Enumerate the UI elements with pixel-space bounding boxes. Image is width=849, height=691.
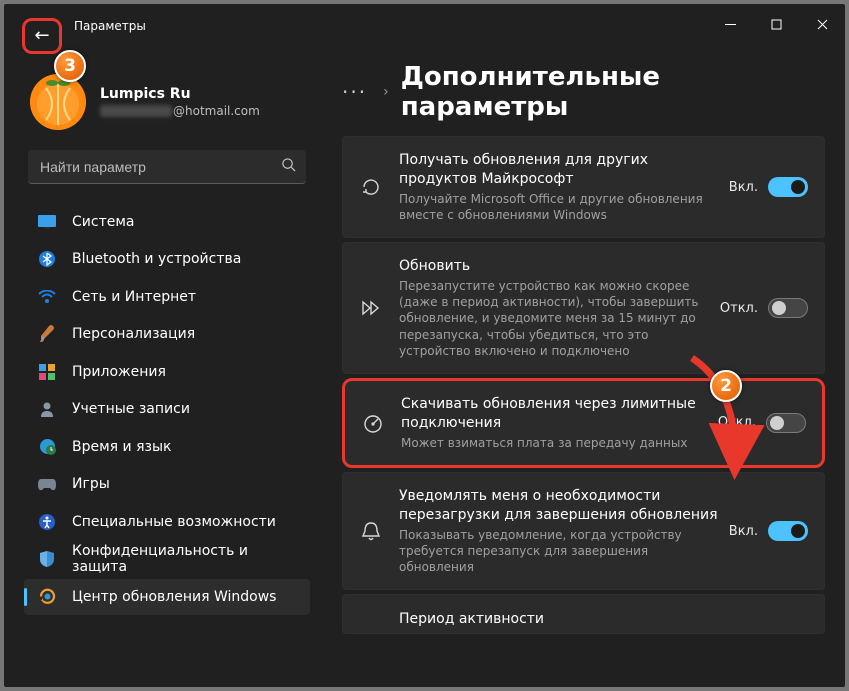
sidebar: Lumpics Ru @hotmail.com	[4, 48, 320, 687]
account-name: Lumpics Ru	[100, 86, 260, 102]
nav-label: Приложения	[72, 364, 166, 380]
nav-label: Сеть и Интернет	[72, 289, 196, 305]
avatar	[30, 74, 86, 130]
nav-time-language[interactable]: Время и язык	[24, 429, 310, 465]
nav-label: Персонализация	[72, 326, 195, 342]
spacer-icon	[357, 605, 385, 633]
search-input[interactable]	[40, 159, 281, 175]
display-icon	[38, 213, 56, 231]
toggle-state: Вкл.	[729, 180, 758, 195]
card-desc: Показывать уведомление, когда устройству…	[399, 527, 719, 576]
back-arrow-icon: ←	[34, 27, 49, 45]
globe-clock-icon	[38, 438, 56, 456]
content-area: Lumpics Ru @hotmail.com	[4, 48, 845, 687]
window-title: Параметры	[74, 19, 146, 33]
nav-label: Учетные записи	[72, 401, 190, 417]
title-bar: ← Параметры	[4, 4, 845, 48]
card-desc: Может взиматься плата за передачу данных	[401, 435, 708, 451]
card-title: Обновить	[399, 257, 710, 276]
breadcrumb: ··· › Дополнительные параметры	[342, 62, 825, 122]
toggle-state: Откл.	[720, 301, 758, 316]
nav-label: Конфиденциальность и защита	[72, 543, 298, 575]
callout-badge-2: 2	[710, 370, 742, 402]
update-icon	[38, 588, 56, 606]
toggle-state: Вкл.	[729, 524, 758, 539]
sync-icon	[357, 173, 385, 201]
brush-icon	[38, 325, 56, 343]
card-title: Уведомлять меня о необходимости перезагр…	[399, 487, 719, 525]
card-title: Получать обновления для других продуктов…	[399, 151, 719, 189]
search-icon	[281, 157, 296, 176]
nav-label: Bluetooth и устройства	[72, 251, 241, 267]
bluetooth-icon	[38, 250, 56, 268]
chevron-right-icon: ›	[383, 84, 389, 100]
card-restart-asap[interactable]: Обновить Перезапустите устройство как мо…	[342, 242, 825, 374]
account-email: @hotmail.com	[100, 104, 260, 118]
nav-apps[interactable]: Приложения	[24, 354, 310, 390]
nav-system[interactable]: Система	[24, 204, 310, 240]
apps-icon	[38, 363, 56, 381]
toggle-other-products[interactable]	[768, 177, 808, 197]
nav-gaming[interactable]: Игры	[24, 466, 310, 502]
card-desc: Перезапустите устройство как можно скоре…	[399, 278, 710, 359]
game-icon	[38, 475, 56, 493]
card-title: Период активности	[399, 610, 808, 629]
toggle-restart-asap[interactable]	[768, 298, 808, 318]
nav-label: Центр обновления Windows	[72, 589, 276, 605]
account-text: Lumpics Ru @hotmail.com	[100, 86, 260, 118]
shield-icon	[38, 550, 56, 568]
nav-label: Специальные возможности	[72, 514, 276, 530]
bell-icon	[357, 517, 385, 545]
card-desc: Получайте Microsoft Office и другие обно…	[399, 191, 719, 223]
nav-windows-update[interactable]: Центр обновления Windows	[24, 579, 310, 615]
card-metered-download[interactable]: Скачивать обновления через лимитные подк…	[342, 378, 825, 468]
minimize-button[interactable]	[707, 4, 753, 44]
settings-window: ← Параметры 3	[4, 4, 845, 687]
card-other-products[interactable]: Получать обновления для других продуктов…	[342, 136, 825, 238]
user-icon	[38, 400, 56, 418]
breadcrumb-overflow-button[interactable]: ···	[342, 80, 367, 104]
nav-bluetooth[interactable]: Bluetooth и устройства	[24, 241, 310, 277]
main-panel: ··· › Дополнительные параметры Получать …	[320, 48, 845, 687]
nav-label: Время и язык	[72, 439, 171, 455]
nav-label: Система	[72, 214, 134, 230]
accessibility-icon	[38, 513, 56, 531]
callout-badge-3: 3	[54, 50, 86, 82]
toggle-restart-notify[interactable]	[768, 521, 808, 541]
wifi-icon	[38, 288, 56, 306]
meter-icon	[359, 409, 387, 437]
settings-list: Получать обновления для других продуктов…	[342, 136, 825, 634]
window-controls	[707, 4, 845, 44]
toggle-state: Откл.	[718, 415, 756, 430]
nav-accessibility[interactable]: Специальные возможности	[24, 504, 310, 540]
card-active-hours[interactable]: Период активности	[342, 594, 825, 634]
nav-personalization[interactable]: Персонализация	[24, 316, 310, 352]
email-blur	[100, 105, 172, 117]
card-restart-notify[interactable]: Уведомлять меня о необходимости перезагр…	[342, 472, 825, 590]
close-button[interactable]	[799, 4, 845, 44]
email-domain: @hotmail.com	[173, 104, 260, 118]
maximize-button[interactable]	[753, 4, 799, 44]
nav-list: Система Bluetooth и устройства Сеть и Ин…	[20, 202, 314, 616]
back-button[interactable]: ←	[22, 18, 62, 54]
toggle-metered-download[interactable]	[766, 413, 806, 433]
card-title: Скачивать обновления через лимитные подк…	[401, 395, 708, 433]
nav-label: Игры	[72, 476, 110, 492]
nav-accounts[interactable]: Учетные записи	[24, 391, 310, 427]
nav-network[interactable]: Сеть и Интернет	[24, 279, 310, 315]
page-title: Дополнительные параметры	[401, 62, 825, 122]
fast-forward-icon	[357, 294, 385, 322]
search-box[interactable]	[28, 150, 306, 184]
nav-privacy[interactable]: Конфиденциальность и защита	[24, 541, 310, 577]
